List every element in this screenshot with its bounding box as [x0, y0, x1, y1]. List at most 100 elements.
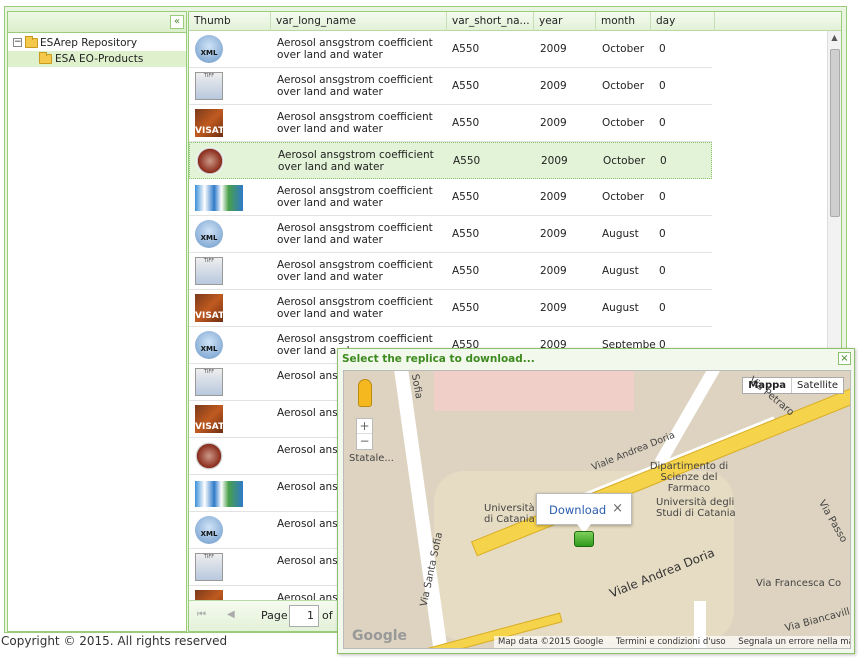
year-cell: 2009: [540, 228, 567, 240]
thumbnail-tool-icon[interactable]: [196, 147, 224, 175]
replica-marker-icon[interactable]: [574, 531, 594, 547]
var-short-name-cell: A550: [452, 265, 480, 277]
thumbnail-visat-icon[interactable]: VISAT: [195, 405, 224, 433]
table-row[interactable]: Aerosol ansgstrom coefficient over land …: [189, 179, 712, 216]
info-window-close-icon[interactable]: ×: [612, 501, 623, 516]
thumbnail-tiff-icon[interactable]: TIFF: [195, 553, 223, 581]
table-row[interactable]: XML Aerosol ansgstrom coefficient over la…: [189, 216, 712, 253]
year-cell: 2009: [540, 191, 567, 203]
table-row[interactable]: Aerosol ansgstrom coefficient over land …: [189, 142, 712, 179]
column-header-thumb[interactable]: Thumb: [189, 12, 271, 31]
day-cell: 0: [659, 43, 666, 55]
hospital-area: [434, 371, 634, 411]
first-page-icon[interactable]: ⏮: [197, 609, 206, 620]
thumbnail-tool-icon[interactable]: [195, 442, 223, 470]
map-label-dipartimento: Dipartimento di Scienze del Farmaco: [649, 461, 729, 494]
year-cell: 2009: [541, 155, 568, 167]
day-cell: 0: [659, 80, 666, 92]
scrollbar-thumb[interactable]: [830, 49, 840, 217]
thumbnail-xml-icon[interactable]: XML: [195, 331, 223, 359]
tree-node-label: ESA EO-Products: [55, 53, 144, 65]
day-cell: 0: [659, 191, 666, 203]
repository-tree: « − ESArep Repository ESA EO-Products: [7, 11, 187, 632]
month-cell: August: [602, 228, 639, 240]
var-short-name-cell: A550: [452, 117, 480, 129]
day-cell: 0: [659, 265, 666, 277]
month-cell: October: [602, 80, 645, 92]
folder-icon: [39, 52, 52, 64]
thumbnail-map-icon[interactable]: [195, 481, 243, 507]
table-row[interactable]: VISAT Aerosol ansgstrom coefficient over …: [189, 290, 712, 327]
day-cell: 0: [659, 302, 666, 314]
month-cell: August: [602, 302, 639, 314]
year-cell: 2009: [540, 43, 567, 55]
year-cell: 2009: [540, 302, 567, 314]
prev-page-icon[interactable]: ◀: [227, 609, 235, 620]
column-header-year[interactable]: year: [534, 12, 596, 31]
column-header-var-short-name[interactable]: var_short_na...: [447, 12, 534, 31]
column-header-day[interactable]: day: [651, 12, 715, 31]
map-info-window: Download ×: [536, 493, 632, 533]
table-row[interactable]: XML Aerosol ansgstrom coefficient over la…: [189, 31, 712, 68]
close-icon[interactable]: ×: [838, 352, 851, 365]
table-row[interactable]: TIFF Aerosol ansgstrom coefficient over l…: [189, 253, 712, 290]
map-type-satellite-button[interactable]: Satellite: [792, 378, 843, 393]
map-label-biancavilla: Via Biancavilla: [783, 604, 851, 635]
map-label-statale: Statale...: [349, 453, 394, 464]
map-label-universita-studi: Università degli Studi di Catania: [656, 497, 736, 519]
map-data-attribution: Map data ©2015 Google: [498, 637, 604, 647]
year-cell: 2009: [540, 80, 567, 92]
download-link[interactable]: Download: [549, 503, 606, 517]
day-cell: 0: [659, 117, 666, 129]
page-label: Page: [261, 609, 288, 622]
report-error-link[interactable]: Segnala un errore nella mappa: [738, 637, 850, 647]
month-cell: October: [602, 191, 645, 203]
copyright-text: Copyright © 2015. All rights reserved: [1, 634, 228, 648]
month-cell: October: [602, 43, 645, 55]
thumbnail-visat-icon[interactable]: VISAT: [195, 294, 224, 322]
thumbnail-tiff-icon[interactable]: TIFF: [195, 368, 223, 396]
map-label-francesca: Via Francesca Co: [756, 578, 842, 589]
thumbnail-visat-icon[interactable]: VISAT: [195, 109, 224, 137]
var-short-name-cell: A550: [452, 191, 480, 203]
expand-toggle-icon[interactable]: −: [13, 38, 22, 47]
page-number-input[interactable]: 1: [289, 605, 319, 627]
tree-node-label: ESArep Repository: [40, 37, 138, 49]
window-title: Select the replica to download...: [342, 353, 535, 365]
zoom-control: + −: [356, 418, 373, 450]
map-label-passo: Via Passo: [815, 498, 849, 545]
map-label-universita: Università di Catania: [484, 503, 535, 525]
day-cell: 0: [659, 228, 666, 240]
zoom-out-button[interactable]: −: [357, 434, 372, 449]
month-cell: October: [603, 155, 646, 167]
map-footer: Map data ©2015 Google Termini e condizio…: [494, 636, 850, 648]
var-short-name-cell: A550: [452, 80, 480, 92]
thumbnail-tiff-icon[interactable]: TIFF: [195, 257, 223, 285]
scroll-up-icon[interactable]: ▲: [828, 31, 841, 45]
column-header-month[interactable]: month: [596, 12, 651, 31]
tree-node-esarep-repository[interactable]: − ESArep Repository: [8, 35, 186, 51]
download-replica-window: Select the replica to download... × Mapp…: [337, 348, 855, 654]
collapse-panel-icon[interactable]: «: [170, 15, 184, 29]
thumbnail-xml-icon[interactable]: XML: [195, 35, 223, 63]
thumbnail-tiff-icon[interactable]: TIFF: [195, 72, 223, 100]
thumbnail-xml-icon[interactable]: XML: [195, 516, 223, 544]
tree-node-esa-eo-products[interactable]: ESA EO-Products: [8, 51, 186, 67]
pegman-icon[interactable]: [358, 379, 372, 407]
var-short-name-cell: A550: [452, 228, 480, 240]
var-short-name-cell: A550: [452, 302, 480, 314]
grid-header: Thumb var_long_name var_short_na... year…: [189, 12, 841, 31]
month-cell: August: [602, 265, 639, 277]
terms-link[interactable]: Termini e condizioni d'uso: [616, 637, 726, 647]
month-cell: October: [602, 117, 645, 129]
map-view[interactable]: Mappa Satellite + − Via Petraro Sofia Vi…: [343, 370, 851, 649]
day-cell: 0: [660, 155, 667, 167]
thumbnail-map-icon[interactable]: [195, 185, 243, 211]
thumbnail-xml-icon[interactable]: XML: [195, 220, 223, 248]
zoom-in-button[interactable]: +: [357, 419, 372, 434]
tree-header: «: [8, 12, 186, 33]
column-header-var-long-name[interactable]: var_long_name: [271, 12, 447, 31]
year-cell: 2009: [540, 265, 567, 277]
table-row[interactable]: TIFF Aerosol ansgstrom coefficient over l…: [189, 68, 712, 105]
table-row[interactable]: VISAT Aerosol ansgstrom coefficient over …: [189, 105, 712, 142]
